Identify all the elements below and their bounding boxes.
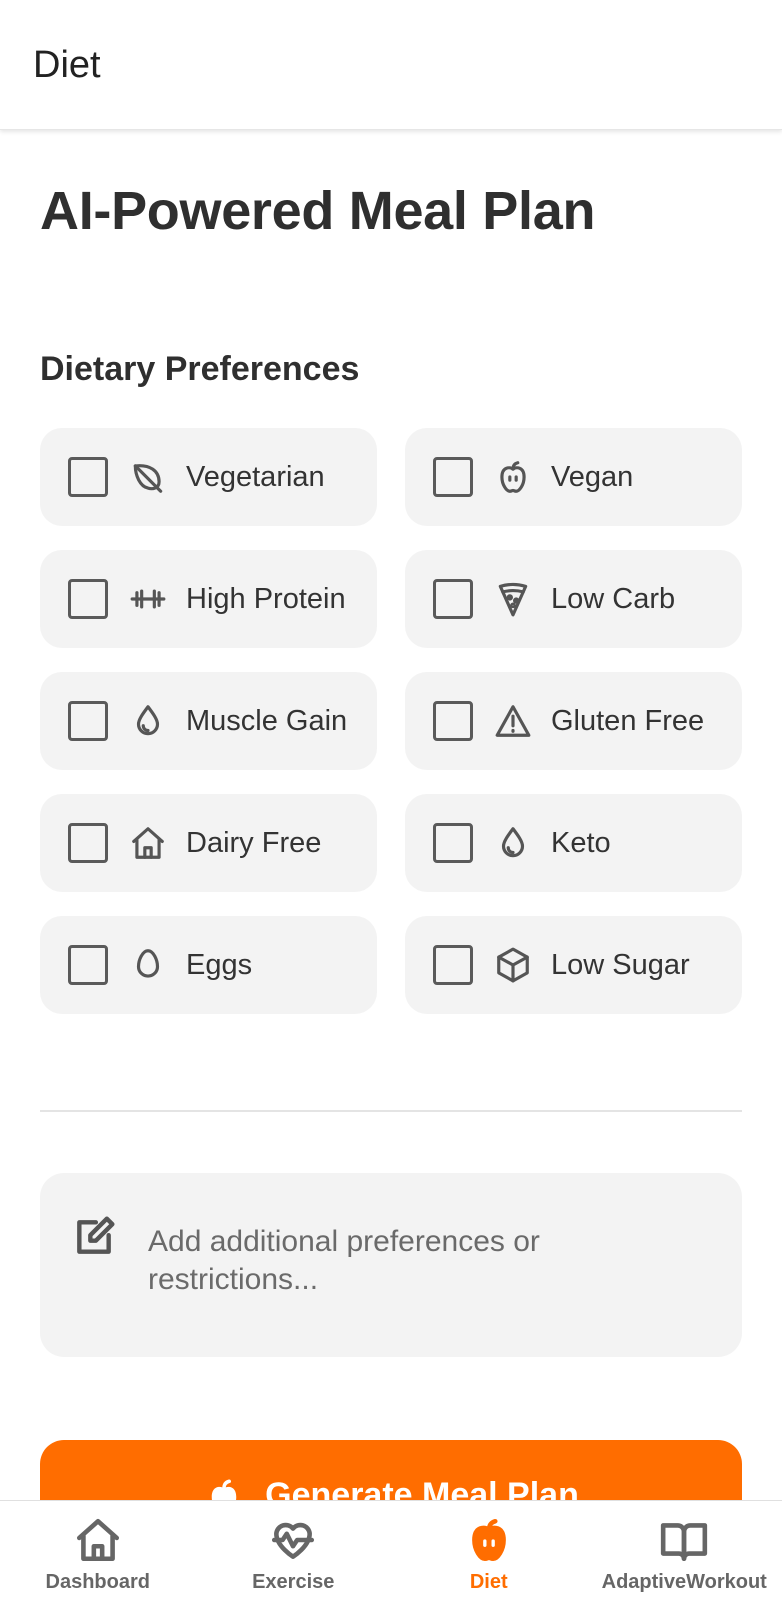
pref-option-vegan[interactable]: Vegan	[405, 428, 742, 526]
pref-label: Low Carb	[551, 582, 676, 615]
checkbox[interactable]	[433, 579, 473, 619]
checkbox[interactable]	[68, 823, 108, 863]
checkbox[interactable]	[68, 945, 108, 985]
app-bar: Diet	[0, 0, 782, 130]
pref-option-low-carb[interactable]: Low Carb	[405, 550, 742, 648]
home-icon	[73, 1515, 123, 1565]
preferences-grid: Vegetarian Vegan High Protein Low Carb M…	[40, 428, 742, 1014]
pref-label: Keto	[551, 826, 611, 859]
pref-label: Eggs	[186, 948, 253, 981]
notes-placeholder: Add additional preferences or restrictio…	[148, 1225, 540, 1296]
pref-option-high-protein[interactable]: High Protein	[40, 550, 377, 648]
bottom-nav: Dashboard Exercise Diet AdaptiveWorkout	[0, 1500, 782, 1600]
nav-item-exercise[interactable]: Exercise	[196, 1501, 392, 1600]
nav-label: AdaptiveWorkout	[601, 1571, 767, 1593]
main-content[interactable]: AI-Powered Meal Plan Dietary Preferences…	[0, 130, 782, 1500]
additional-preferences-input[interactable]: Add additional preferences or restrictio…	[40, 1173, 742, 1357]
generate-meal-plan-button[interactable]: Generate Meal Plan	[40, 1440, 742, 1500]
apple-icon	[493, 457, 533, 497]
leaf-icon	[128, 457, 168, 497]
pizza-icon	[493, 579, 533, 619]
home-icon	[128, 823, 168, 863]
checkbox[interactable]	[433, 457, 473, 497]
pref-label: Vegan	[551, 460, 634, 493]
pref-option-gluten-free[interactable]: Gluten Free	[405, 672, 742, 770]
page-title: AI-Powered Meal Plan	[40, 181, 596, 241]
checkbox[interactable]	[68, 701, 108, 741]
heart-pulse-icon	[268, 1515, 318, 1565]
dumbbell-icon	[128, 579, 168, 619]
pref-option-muscle-gain[interactable]: Muscle Gain	[40, 672, 377, 770]
pref-option-keto[interactable]: Keto	[405, 794, 742, 892]
cube-icon	[493, 945, 533, 985]
book-open-icon	[659, 1515, 709, 1565]
warning-icon	[493, 701, 533, 741]
checkbox[interactable]	[433, 823, 473, 863]
app-bar-title: Diet	[33, 44, 101, 86]
pref-label: Vegetarian	[186, 460, 325, 493]
droplet-icon	[493, 823, 533, 863]
pref-option-dairy-free[interactable]: Dairy Free	[40, 794, 377, 892]
edit-icon	[72, 1215, 116, 1259]
nav-item-adaptive-workout[interactable]: AdaptiveWorkout	[587, 1501, 782, 1600]
pref-option-vegetarian[interactable]: Vegetarian	[40, 428, 377, 526]
divider	[40, 1110, 742, 1112]
nav-label: Dashboard	[45, 1571, 150, 1593]
nav-item-diet[interactable]: Diet	[391, 1501, 587, 1600]
checkbox[interactable]	[433, 945, 473, 985]
pref-label: Low Sugar	[551, 948, 690, 981]
nav-label: Exercise	[252, 1571, 335, 1593]
apple-icon	[203, 1476, 245, 1500]
apple-icon	[464, 1515, 514, 1565]
pref-option-low-sugar[interactable]: Low Sugar	[405, 916, 742, 1014]
section-title: Dietary Preferences	[40, 350, 360, 388]
pref-option-eggs[interactable]: Eggs	[40, 916, 377, 1014]
pref-label: Muscle Gain	[186, 704, 348, 737]
checkbox[interactable]	[433, 701, 473, 741]
droplet-icon	[128, 701, 168, 741]
pref-label: High Protein	[186, 582, 346, 615]
pref-label: Gluten Free	[551, 704, 705, 737]
nav-label: Diet	[469, 1571, 508, 1593]
generate-button-label: Generate Meal Plan	[265, 1476, 579, 1500]
egg-icon	[128, 945, 168, 985]
checkbox[interactable]	[68, 457, 108, 497]
nav-item-dashboard[interactable]: Dashboard	[0, 1501, 196, 1600]
checkbox[interactable]	[68, 579, 108, 619]
pref-label: Dairy Free	[186, 826, 322, 859]
